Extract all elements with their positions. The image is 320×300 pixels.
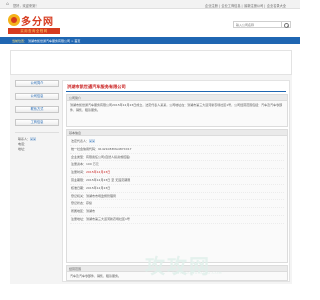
breadcrumb-bar: 当前位置： 洪湖市凯世通汽车服务有限公司 > 首页 [0, 37, 300, 44]
info-row-approval-date: 核准日期：2015年12月23日 [70, 185, 284, 193]
sidebar-divider [15, 132, 59, 133]
info-value: 洪湖市 [86, 209, 96, 214]
info-value: 存续 [86, 201, 93, 206]
intro-section: 公司简介 洪湖市凯世通汽车服务有限公司2015年12月23日成立，法定代表人某某… [66, 94, 288, 127]
info-key: 注册时间： [71, 170, 87, 175]
info-section: 基本信息 法定代表人：某某 统一社会信用代码：91421083MA487XX17… [66, 129, 288, 263]
sidebar-item-intro[interactable]: 公司简介 [15, 80, 59, 87]
search-input[interactable] [233, 21, 282, 28]
breadcrumb-label: 当前位置： [12, 38, 28, 43]
top-link-directory[interactable]: 企业名录大全 [267, 4, 286, 8]
info-key: 法定代表人： [71, 139, 90, 143]
logo-text: 多分网 [21, 17, 54, 28]
top-link-business-info[interactable]: 企业工商信息 [221, 4, 240, 8]
intro-text: 洪湖市凯世通汽车服务有限公司2015年12月23日成立，法定代表人某某，公司地址… [70, 103, 283, 112]
contact-address-row: 地址： [18, 147, 28, 151]
breadcrumb-path[interactable]: 洪湖市凯世通汽车服务有限公司 > 首页 [28, 39, 80, 43]
info-key: 统一社会信用代码： [71, 146, 99, 151]
info-row-legal-rep: 法定代表人：某某 [70, 138, 284, 146]
page-title: 洪湖市凯世通汽车服务有限公司 [67, 84, 126, 89]
info-key: 注册资本： [71, 162, 87, 167]
info-value: 91421083MA487XX17 [98, 146, 132, 151]
info-key: 营业期限： [71, 177, 87, 182]
home-icon[interactable]: ⌂ [6, 2, 11, 7]
info-table: 法定代表人：某某 统一社会信用代码：91421083MA487XX17 企业类型… [67, 136, 287, 226]
title-divider [66, 91, 286, 92]
info-value[interactable]: 某某 [89, 139, 95, 143]
info-key: 企业类型： [71, 154, 87, 159]
info-value: 洪湖市市场监督管理局 [86, 193, 117, 198]
info-row-founded: 注册时间：2015年12月23日 [70, 169, 284, 177]
contact-person-name[interactable]: 某某 [30, 137, 36, 141]
contact-info: 联系人：某某 电话： 地址： [14, 137, 60, 161]
contact-person-label: 联系人： [18, 137, 31, 141]
info-value: 2015年12月23日 [86, 170, 111, 175]
sidebar-item-contact[interactable]: 联系方式 [15, 106, 59, 113]
top-links: 企业注册 | 企业工商信息 | 最新注册公司 | 企业名录大全 [205, 3, 286, 8]
info-row-address: 注册地址：洪湖市第三大道河新农场社区1号 [70, 216, 284, 224]
info-row-region: 所属地区：洪湖市 [70, 208, 284, 216]
sidebar-item-business[interactable]: 工商信息 [15, 119, 59, 126]
content-container: 公司简介 公司信息 联系方式 工商信息 联系人：某某 电话： 地址： 洪湖市凯世… [10, 50, 292, 284]
logo-top: 多分网 [8, 13, 60, 28]
watermark-url: WWW.GONGGONG.COM [172, 271, 223, 275]
info-key: 所属地区： [71, 209, 87, 214]
info-row-capital: 注册资本：100 万元 [70, 161, 284, 170]
search-icon[interactable] [282, 21, 291, 28]
info-key: 注册地址： [71, 216, 87, 221]
logo-banner: 实用查询全程网 [8, 28, 60, 34]
top-link-new-companies[interactable]: 最新注册公司 [244, 4, 263, 8]
info-key: 核准日期： [71, 185, 87, 190]
breadcrumb: 当前位置： 洪湖市凯世通汽车服务有限公司 > 首页 [12, 39, 80, 43]
search-bar [233, 21, 291, 28]
welcome-text: 您好，欢迎来到！ [13, 3, 39, 8]
info-key: 登记机关： [71, 193, 87, 198]
info-value: 有限责任公司(自然人投资或控股) [86, 154, 131, 159]
sidebar: 公司简介 公司信息 联系方式 工商信息 联系人：某某 电话： 地址： [14, 80, 60, 161]
info-row-credit-code: 统一社会信用代码：91421083MA487XX17 [70, 146, 284, 154]
top-ad-area [10, 50, 292, 75]
site-header: 多分网 实用查询全程网 [0, 9, 300, 36]
info-value: 100 万元 [86, 162, 99, 167]
sidebar-item-info[interactable]: 公司信息 [15, 93, 59, 100]
info-value: 2015年12月23日 至 无固定期限 [86, 177, 131, 182]
info-key: 登记状态： [71, 201, 87, 206]
info-value: 洪湖市第三大道河新农场社区1号 [86, 216, 130, 221]
logo-mark-icon [8, 14, 20, 26]
site-logo[interactable]: 多分网 实用查询全程网 [8, 13, 60, 36]
info-row-term: 营业期限：2015年12月23日 至 无固定期限 [70, 177, 284, 185]
info-row-company-type: 企业类型：有限责任公司(自然人投资或控股) [70, 154, 284, 162]
top-bar: ⌂ 您好，欢迎来到！ 企业注册 | 企业工商信息 | 最新注册公司 | 企业名录… [0, 0, 300, 9]
info-value: 2015年12月23日 [86, 185, 111, 190]
info-row-status: 登记状态：存续 [70, 200, 284, 209]
top-link-register[interactable]: 企业注册 [205, 4, 218, 8]
info-row-authority: 登记机关：洪湖市市场监督管理局 [70, 193, 284, 201]
